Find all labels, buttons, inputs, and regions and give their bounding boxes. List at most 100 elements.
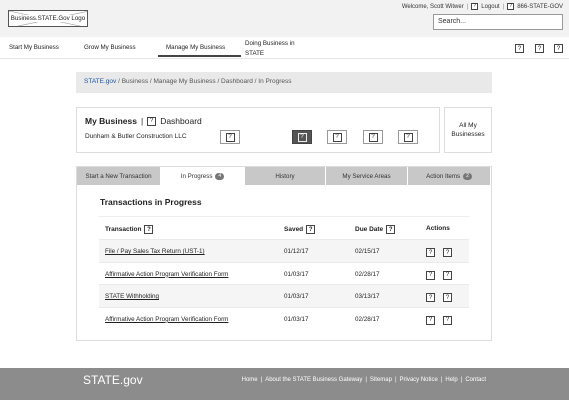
title-separator: | (140, 116, 144, 126)
separator: | (466, 3, 469, 10)
phone-number[interactable]: 866-STATE-GOV (517, 4, 563, 10)
table-body: File / Pay Sales Tax Return (UST-1) 01/1… (99, 239, 469, 329)
logo-text: Business.STATE.Gov Logo (9, 15, 87, 22)
help-icon: ? (368, 132, 378, 142)
tab-label: Start a New Transaction (85, 172, 152, 180)
dashboard-action-button[interactable]: ? (363, 130, 383, 144)
dashboard-action-button[interactable]: ? (327, 130, 347, 144)
tab-start-new-transaction[interactable]: Start a New Transaction (77, 167, 161, 185)
transaction-link[interactable]: Affirmative Action Program Verification … (105, 271, 228, 278)
company-name: Dunham & Butler Construction LLC (85, 133, 187, 140)
breadcrumb-home[interactable]: STATE.gov (84, 78, 116, 85)
help-icon: ? (225, 132, 235, 142)
help-icon: ? (297, 132, 307, 142)
footer-separator: | (394, 377, 397, 383)
saved-date: 01/12/17 (284, 248, 309, 255)
help-icon[interactable]: ? (144, 225, 154, 234)
tab-in-progress[interactable]: In Progress 4 (161, 167, 245, 185)
all-businesses-line2: Businesses (451, 131, 485, 138)
help-icon: ? (332, 132, 342, 142)
footer-link-sitemap[interactable]: Sitemap (370, 377, 392, 383)
all-my-businesses-button[interactable]: All My Businesses (444, 107, 492, 153)
transaction-link[interactable]: STATE Withholding (105, 293, 159, 300)
table-header: Transaction ? Saved ? Due Date ? Actions (99, 216, 469, 239)
footer-link-about[interactable]: About the STATE Business Gateway (265, 377, 362, 383)
main-nav: Start My Business Grow My Business Manag… (0, 37, 569, 59)
transaction-link[interactable]: Affirmative Action Program Verification … (105, 316, 228, 323)
due-date: 02/28/17 (355, 270, 380, 278)
nav-grow-my-business[interactable]: Grow My Business (84, 44, 136, 51)
help-icon[interactable]: ? (306, 225, 316, 234)
separator: | (502, 3, 505, 10)
breadcrumb-path: / Business / Manage My Business / Dashbo… (118, 78, 292, 85)
dashboard-subtitle: Dashboard (160, 116, 202, 126)
count-badge: 2 (463, 172, 472, 180)
tab-label: In Progress (180, 172, 213, 180)
footer-separator: | (460, 377, 463, 383)
section-title: Transactions in Progress (100, 197, 202, 207)
action-icon[interactable]: ? (426, 315, 435, 325)
logout-link[interactable]: Logout (481, 4, 499, 10)
welcome-text: Welcome, Scott Witwer (401, 3, 464, 10)
nav-doing-line1: Doing Business in (245, 40, 295, 47)
help-icon[interactable]: ? (535, 44, 544, 53)
logout-icon: ? (471, 3, 479, 10)
tab-history[interactable]: History (245, 167, 326, 185)
tab-label: My Service Areas (342, 172, 391, 180)
footer-link-contact[interactable]: Contact (465, 377, 486, 383)
due-date: 02/15/17 (355, 248, 380, 255)
nav-manage-my-business[interactable]: Manage My Business (158, 44, 241, 57)
search-input[interactable]: Search... (433, 14, 563, 30)
table-row: STATE Withholding 01/03/17 03/13/17 ? ? (99, 284, 469, 307)
action-icon[interactable]: ? (443, 315, 452, 325)
dashboard-action-button[interactable]: ? (220, 130, 240, 144)
my-business-title: My Business (85, 116, 137, 126)
col-transaction: Transaction ? (105, 225, 154, 234)
col-due-date: Due Date ? (355, 225, 396, 234)
transaction-link[interactable]: File / Pay Sales Tax Return (UST-1) (105, 248, 205, 255)
help-icon[interactable]: ? (147, 116, 157, 126)
footer: STATE.gov Home | About the STATE Busines… (0, 368, 569, 400)
utility-bar: Welcome, Scott Witwer | ? Logout | ? 866… (402, 3, 563, 10)
saved-date: 01/03/17 (284, 315, 309, 323)
due-date: 03/13/17 (355, 293, 380, 301)
breadcrumb: STATE.gov / Business / Manage My Busines… (76, 72, 492, 93)
all-businesses-line1: All My (459, 122, 477, 129)
nav-doing-line2: STATE (245, 50, 265, 57)
site-logo[interactable]: Business.STATE.Gov Logo (8, 10, 88, 27)
saved-date: 01/03/17 (284, 293, 309, 301)
footer-logo[interactable]: STATE.gov (83, 373, 143, 387)
table-row: Affirmative Action Program Verification … (99, 306, 469, 330)
action-icon[interactable]: ? (443, 248, 452, 257)
saved-date: 01/03/17 (284, 270, 309, 278)
dashboard-action-button[interactable]: ? (292, 130, 312, 144)
tab-label: Action Items (426, 172, 461, 180)
col-actions: Actions (426, 225, 450, 232)
tab-bar: Start a New Transaction In Progress 4 Hi… (77, 167, 491, 185)
tab-action-items[interactable]: Action Items 2 (408, 167, 491, 185)
footer-link-home[interactable]: Home (242, 377, 258, 383)
action-icon[interactable]: ? (426, 293, 435, 303)
help-icon[interactable]: ? (386, 225, 396, 234)
action-icon[interactable]: ? (443, 270, 452, 280)
col-label: Actions (426, 225, 450, 232)
action-icon[interactable]: ? (426, 270, 435, 280)
action-icon[interactable]: ? (426, 248, 435, 257)
action-icon[interactable]: ? (443, 293, 452, 303)
nav-start-my-business[interactable]: Start My Business (9, 44, 59, 51)
tab-my-service-areas[interactable]: My Service Areas (326, 167, 408, 185)
page-title: My Business | ? Dashboard (85, 116, 202, 126)
transactions-panel: Start a New Transaction In Progress 4 Hi… (76, 166, 492, 341)
footer-link-privacy[interactable]: Privacy Notice (400, 377, 438, 383)
footer-separator: | (365, 377, 367, 383)
col-label: Saved (284, 226, 304, 233)
footer-link-help[interactable]: Help (445, 377, 457, 383)
count-badge: 4 (215, 172, 225, 180)
phone-icon: ? (507, 3, 515, 10)
dashboard-action-button[interactable]: ? (398, 130, 418, 144)
footer-separator: | (440, 377, 443, 383)
help-icon[interactable]: ? (515, 44, 524, 53)
transactions-table: Transaction ? Saved ? Due Date ? Actions… (99, 216, 469, 329)
help-icon[interactable]: ? (554, 44, 563, 53)
nav-doing-business[interactable]: Doing Business in STATE (245, 39, 295, 59)
